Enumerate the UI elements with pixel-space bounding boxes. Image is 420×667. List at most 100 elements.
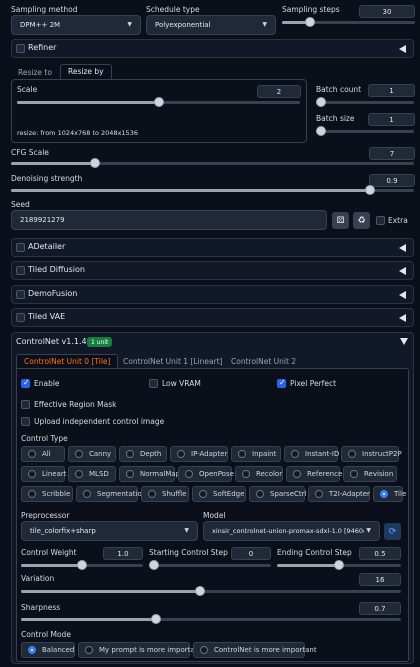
- control-type-instant-id[interactable]: Instant-ID: [284, 446, 340, 462]
- dice-icon[interactable]: ⚄: [332, 212, 349, 229]
- control-type-label: MLSD: [89, 470, 109, 478]
- starting-step-input[interactable]: 0: [231, 547, 271, 560]
- collapse-arrow-icon[interactable]: [399, 314, 406, 322]
- control-type-scribble[interactable]: Scribble: [21, 486, 73, 502]
- effective-region-mask-checkbox[interactable]: [21, 400, 30, 409]
- controlnet-title[interactable]: ControlNet v1.1.455: [16, 337, 97, 346]
- control-type-segmentation[interactable]: Segmentation: [76, 486, 146, 502]
- scale-slider[interactable]: [17, 97, 300, 107]
- starting-step-label: Starting Control Step: [149, 548, 228, 557]
- adetailer-accordion[interactable]: [11, 238, 414, 257]
- control-type-normalmap[interactable]: NormalMap: [119, 466, 180, 482]
- control-type-canny[interactable]: Canny: [68, 446, 116, 462]
- tab-controlnet-unit-1[interactable]: ControlNet Unit 1 [Lineart]: [116, 354, 230, 369]
- extra-checkbox[interactable]: [376, 216, 385, 225]
- tiled-vae-accordion[interactable]: [11, 308, 414, 327]
- mode-balanced[interactable]: Balanced: [21, 642, 75, 658]
- cfg-scale-slider[interactable]: [11, 158, 414, 168]
- batch-count-slider[interactable]: [316, 97, 414, 107]
- demofusion-checkbox[interactable]: [16, 290, 25, 299]
- tab-resize-to[interactable]: Resize to: [11, 65, 59, 80]
- sharpness-slider[interactable]: [21, 614, 401, 624]
- low-vram-label: Low VRAM: [162, 379, 201, 388]
- seed-input[interactable]: 2189921279: [11, 210, 327, 230]
- control-type-all[interactable]: All: [21, 446, 65, 462]
- control-type-sparsectrl[interactable]: SparseCtrl: [249, 486, 307, 502]
- pixel-perfect-checkbox[interactable]: [277, 378, 286, 388]
- radio-icon: [291, 450, 299, 458]
- refresh-icon[interactable]: ⟳: [384, 523, 401, 540]
- control-type-revision[interactable]: Revision: [343, 466, 397, 482]
- refiner-accordion[interactable]: [11, 39, 414, 58]
- control-type-ip-adapter[interactable]: IP-Adapter: [170, 446, 228, 462]
- recycle-icon[interactable]: ♻: [353, 212, 370, 229]
- ending-step-input[interactable]: 0.5: [359, 547, 401, 560]
- control-type-label: Scribble: [42, 490, 71, 498]
- batch-size-slider[interactable]: [316, 126, 414, 136]
- control-type-shuffle[interactable]: Shuffle: [141, 486, 189, 502]
- control-type-label: Instant-ID: [305, 450, 340, 458]
- radio-icon: [315, 490, 323, 498]
- preprocessor-dropdown[interactable]: tile_colorfix+sharp ▼: [21, 521, 198, 541]
- scale-label: Scale: [17, 85, 38, 94]
- radio-icon: [75, 470, 83, 478]
- control-type-softedge[interactable]: SoftEdge: [192, 486, 246, 502]
- control-weight-label: Control Weight: [21, 548, 77, 557]
- collapse-arrow-icon[interactable]: [399, 291, 406, 299]
- control-type-recolor[interactable]: Recolor: [235, 466, 283, 482]
- mode-label: My prompt is more important: [99, 646, 202, 654]
- ending-step-label: Ending Control Step: [277, 548, 352, 557]
- mode-label: Balanced: [42, 646, 75, 654]
- variation-slider[interactable]: [21, 586, 401, 596]
- variation-input[interactable]: 16: [359, 573, 401, 586]
- collapse-arrow-icon[interactable]: [399, 45, 406, 53]
- control-type-label: Shuffle: [162, 490, 187, 498]
- resize-info: resize: from 1024x768 to 2048x1536: [17, 129, 138, 137]
- sampling-method-dropdown[interactable]: DPM++ 2M ▼: [11, 15, 141, 35]
- control-type-mlsd[interactable]: MLSD: [68, 466, 116, 482]
- radio-icon: [28, 470, 36, 478]
- batch-size-input[interactable]: 1: [368, 113, 415, 126]
- control-type-reference[interactable]: Reference: [286, 466, 343, 482]
- control-type-lineart[interactable]: Lineart: [21, 466, 67, 482]
- control-type-depth[interactable]: Depth: [119, 446, 167, 462]
- control-type-label: Reference: [307, 470, 343, 478]
- tiled-vae-checkbox[interactable]: [16, 313, 25, 322]
- ending-step-slider[interactable]: [277, 560, 401, 570]
- sampling-method-label: Sampling method: [11, 5, 78, 14]
- control-type-label: NormalMap: [140, 470, 181, 478]
- control-type-openpose[interactable]: OpenPose: [178, 466, 234, 482]
- sampling-steps-slider[interactable]: [282, 17, 415, 27]
- control-type-instructp2p[interactable]: InstructP2P: [341, 446, 402, 462]
- control-weight-input[interactable]: 1.0: [103, 547, 143, 560]
- starting-step-slider[interactable]: [149, 560, 271, 570]
- tab-controlnet-unit-2[interactable]: ControlNet Unit 2: [224, 354, 303, 369]
- control-type-inpaint[interactable]: Inpaint: [231, 446, 281, 462]
- denoising-slider[interactable]: [11, 185, 414, 195]
- model-dropdown[interactable]: xinsir_controlnet-union-promax-sdxl-1.0 …: [203, 521, 380, 541]
- control-mode-label: Control Mode: [21, 630, 71, 639]
- low-vram-checkbox[interactable]: [149, 379, 158, 388]
- tiled-diffusion-checkbox[interactable]: [16, 266, 25, 275]
- control-type-tile[interactable]: Tile: [373, 486, 406, 502]
- refiner-checkbox[interactable]: [16, 44, 25, 53]
- control-type-t2i-adapter[interactable]: T2I-Adapter: [308, 486, 370, 502]
- adetailer-checkbox[interactable]: [16, 243, 25, 252]
- radio-icon: [126, 470, 134, 478]
- batch-count-input[interactable]: 1: [368, 84, 415, 97]
- upload-independent-checkbox[interactable]: [21, 417, 30, 426]
- tab-resize-by[interactable]: Resize by: [60, 64, 112, 79]
- schedule-type-dropdown[interactable]: Polyexponential ▼: [146, 15, 276, 35]
- control-type-label: InstructP2P: [362, 450, 402, 458]
- control-weight-slider[interactable]: [21, 560, 143, 570]
- control-type-label: SparseCtrl: [270, 490, 307, 498]
- mode-controlnet-important[interactable]: ControlNet is more important: [193, 642, 317, 658]
- radio-icon: [148, 490, 156, 498]
- collapse-arrow-icon[interactable]: [399, 244, 406, 252]
- tab-controlnet-unit-0[interactable]: ControlNet Unit 0 [Tile]: [16, 354, 119, 369]
- collapse-arrow-icon[interactable]: [399, 267, 406, 275]
- expand-arrow-icon[interactable]: [400, 338, 408, 345]
- enable-checkbox[interactable]: [21, 378, 30, 388]
- radio-icon: [75, 450, 83, 458]
- mode-prompt-important[interactable]: My prompt is more important: [78, 642, 202, 658]
